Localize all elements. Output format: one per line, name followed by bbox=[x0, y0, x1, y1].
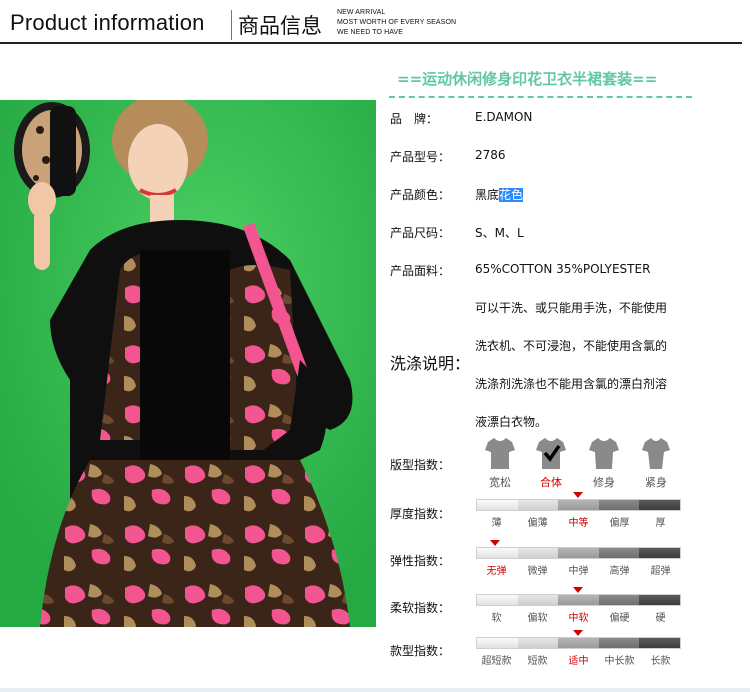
thickness-index-label: 厚度指数： bbox=[390, 507, 451, 521]
field-value-brand: E.DAMON bbox=[475, 110, 533, 124]
elasticity-marker bbox=[490, 540, 500, 546]
tshirt-loose-icon bbox=[485, 438, 515, 469]
field-value-model: 2786 bbox=[475, 148, 506, 162]
field-value-color: 黑底花色 bbox=[475, 186, 524, 203]
fit-option-4: 紧身 bbox=[645, 476, 667, 489]
field-label-model: 产品型号： bbox=[390, 150, 451, 164]
product-photo bbox=[0, 100, 376, 627]
header-tagline-1: NEW ARRIVAL bbox=[337, 9, 386, 16]
thickness-scale-bar bbox=[476, 499, 681, 511]
header-tagline-2: MOST WORTH OF EVERY SEASON bbox=[337, 19, 457, 26]
length-option-3: 适中 bbox=[568, 656, 589, 667]
thickness-option-3: 中等 bbox=[568, 518, 589, 529]
softness-option-3: 中软 bbox=[568, 613, 589, 624]
elasticity-option-4: 高弹 bbox=[609, 566, 630, 577]
tshirt-fitted-icon bbox=[536, 438, 566, 469]
length-index-label: 款型指数： bbox=[390, 644, 451, 658]
elasticity-option-3: 中弹 bbox=[568, 566, 589, 577]
elasticity-option-2: 微弹 bbox=[527, 566, 548, 577]
wash-line-3: 洗涤剂洗涤也不能用含氯的漂白剂溶 bbox=[475, 377, 668, 391]
length-option-1: 超短款 bbox=[481, 656, 512, 667]
thickness-option-1: 薄 bbox=[491, 518, 502, 529]
title-dash-divider bbox=[389, 96, 692, 98]
field-label-brand: 品 牌： bbox=[390, 112, 439, 126]
length-marker bbox=[573, 630, 583, 636]
field-label-color: 产品颜色： bbox=[390, 188, 451, 202]
header-underline bbox=[0, 42, 742, 44]
color-base-text: 黑底 bbox=[475, 188, 500, 202]
fit-index-label: 版型指数： bbox=[390, 458, 451, 472]
fit-option-1: 宽松 bbox=[489, 476, 511, 489]
softness-option-1: 软 bbox=[491, 613, 502, 624]
header-title-cn: 商品信息 bbox=[238, 14, 322, 38]
field-label-size: 产品尺码： bbox=[390, 226, 451, 240]
softness-marker bbox=[573, 587, 583, 593]
elasticity-option-1: 无弹 bbox=[486, 566, 507, 577]
tshirt-tight-icon bbox=[642, 438, 670, 469]
wash-line-2: 洗衣机、不可浸泡，不能使用含氯的 bbox=[475, 339, 668, 353]
elasticity-scale-bar bbox=[476, 547, 681, 559]
tshirt-slim-icon bbox=[589, 438, 619, 469]
length-option-2: 短款 bbox=[527, 656, 548, 667]
header-tagline-3: WE NEED TO HAVE bbox=[337, 29, 404, 36]
thickness-marker bbox=[573, 492, 583, 498]
fit-option-3: 修身 bbox=[593, 476, 615, 489]
color-selected-text: 花色 bbox=[499, 188, 524, 202]
wash-line-4: 液漂白衣物。 bbox=[475, 415, 548, 429]
elasticity-option-5: 超弹 bbox=[650, 566, 671, 577]
wash-label: 洗涤说明： bbox=[390, 354, 471, 373]
header-bar: Product information 商品信息 NEW ARRIVAL MOS… bbox=[0, 0, 750, 46]
bottom-strip bbox=[0, 688, 750, 692]
elasticity-index-label: 弹性指数： bbox=[390, 554, 451, 568]
length-option-4: 中长款 bbox=[604, 656, 635, 667]
thickness-option-2: 偏薄 bbox=[527, 518, 548, 529]
field-value-size: S、M、L bbox=[475, 226, 524, 240]
softness-scale-bar bbox=[476, 594, 681, 606]
length-scale-bar bbox=[476, 637, 681, 649]
fit-option-2: 合体 bbox=[540, 476, 562, 489]
softness-option-5: 硬 bbox=[655, 613, 666, 624]
length-option-5: 长款 bbox=[650, 656, 671, 667]
header-title-en: Product information bbox=[10, 10, 205, 35]
field-value-fabric: 65%COTTON 35%POLYESTER bbox=[475, 262, 651, 276]
thickness-option-4: 偏厚 bbox=[609, 518, 630, 529]
header-divider bbox=[231, 10, 232, 40]
softness-index-label: 柔软指数： bbox=[390, 601, 451, 615]
wash-line-1: 可以干洗、或只能用手洗，不能使用 bbox=[475, 301, 668, 315]
softness-option-2: 偏软 bbox=[527, 613, 548, 624]
thickness-option-5: 厚 bbox=[655, 518, 666, 529]
field-label-fabric: 产品面料： bbox=[390, 264, 451, 278]
product-title: ==运动休闲修身印花卫衣半裙套装== bbox=[397, 70, 658, 88]
softness-option-4: 偏硬 bbox=[609, 613, 630, 624]
